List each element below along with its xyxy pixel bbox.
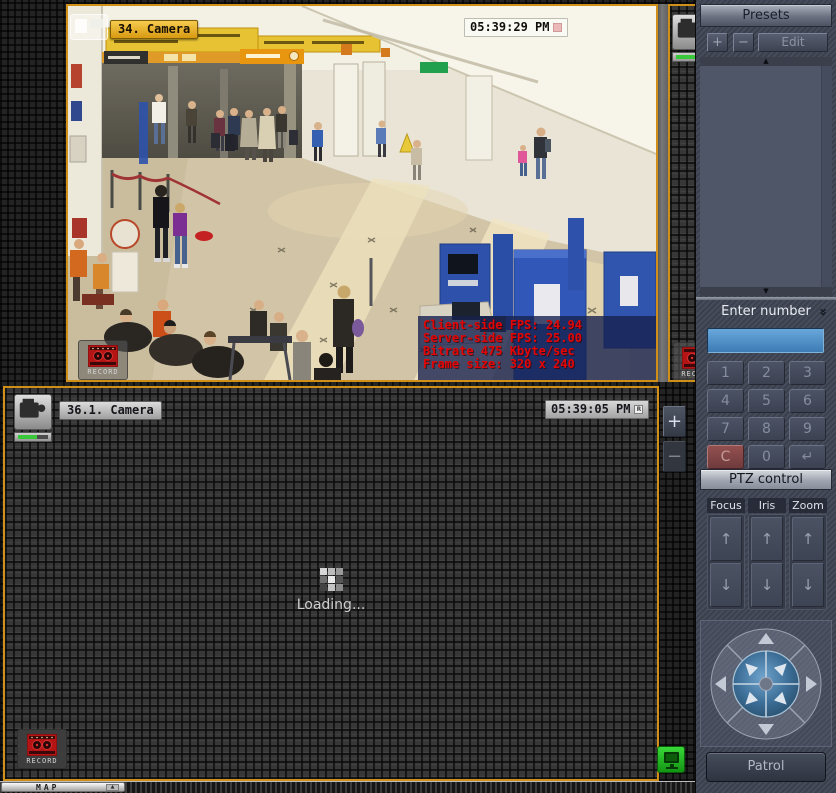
presets-scroll-up[interactable]: ▲	[700, 57, 832, 66]
focus-far-button[interactable]: ↓	[710, 563, 742, 607]
arrow-up-icon: ↑	[720, 530, 733, 548]
zoom-in-ptz-button[interactable]: ↑	[792, 517, 824, 561]
presets-scrollbar[interactable]	[821, 66, 832, 287]
camera-type-ghost-icon	[70, 14, 108, 40]
keypad-key-8[interactable]: 8	[748, 417, 785, 441]
camera-tile-34[interactable]: 34. Camera 05:39:29 PM Client-side FPS: …	[66, 4, 658, 382]
keypad-key-0[interactable]: 0	[748, 445, 785, 469]
ptz-zoom-control: Zoom ↑ ↓	[789, 498, 827, 612]
timestamp-text: 05:39:05 PM	[551, 402, 630, 417]
zoom-label: Zoom	[789, 498, 827, 513]
presets-list[interactable]	[700, 66, 832, 287]
ptz-control-header: PTZ control	[700, 469, 832, 490]
zoom-in-button[interactable]: +	[663, 406, 686, 437]
arrow-down-icon: ↓	[761, 576, 774, 594]
ptz-focus-control: Focus ↑ ↓	[707, 498, 745, 612]
camera-timestamp: 05:39:29 PM	[464, 18, 568, 37]
record-indicator: RECORD	[78, 340, 128, 380]
focus-label: Focus	[707, 498, 745, 513]
camera-name-label: 36.1. Camera	[59, 401, 162, 420]
camera-signal-bar	[672, 52, 695, 62]
stream-stats-osd: Client-side FPS: 24.94 Server-side FPS: …	[423, 319, 582, 371]
keypad-key-5[interactable]: 5	[748, 389, 785, 413]
camera-name-label: 34. Camera	[110, 20, 198, 39]
pan-tilt-directional-pad[interactable]	[707, 625, 825, 743]
preset-remove-button[interactable]: −	[733, 33, 754, 52]
iris-label: Iris	[748, 498, 786, 513]
focus-near-button[interactable]: ↑	[710, 517, 742, 561]
iris-close-button[interactable]: ↓	[751, 563, 783, 607]
arrow-up-icon: ↑	[802, 530, 815, 548]
map-tab-expand-icon[interactable]: ▲	[106, 784, 119, 791]
keypad-key-6[interactable]: 6	[789, 389, 826, 413]
zoom-out-button[interactable]: −	[663, 441, 686, 472]
keypad-key-7[interactable]: 7	[707, 417, 744, 441]
preset-edit-button[interactable]: Edit	[758, 33, 828, 52]
loading-text: Loading...	[5, 597, 657, 613]
camera-thumbnail-icon	[14, 394, 52, 442]
arrow-down-icon: ↓	[720, 576, 733, 594]
keypad-key-3[interactable]: 3	[789, 361, 826, 385]
record-label: RECORD	[681, 370, 695, 378]
keypad-key-4[interactable]: 4	[707, 389, 744, 413]
display-online-icon	[657, 746, 685, 773]
pad-center-knob	[760, 678, 773, 691]
osd-line: Frame size: 320 x 240	[423, 358, 582, 371]
arrow-down-icon: ↓	[802, 576, 815, 594]
map-tab[interactable]: MAP ▲	[1, 782, 125, 792]
video-camera-glyph	[15, 395, 51, 429]
keypad-key-9[interactable]: 9	[789, 417, 826, 441]
map-tab-label: MAP	[36, 783, 59, 792]
tile-splitter[interactable]	[658, 4, 668, 382]
film-record-icon	[27, 734, 57, 756]
record-label: RECORD	[87, 368, 118, 376]
presets-scroll-down[interactable]: ▼	[700, 287, 832, 296]
record-label: RECORD	[26, 757, 57, 765]
number-input[interactable]	[707, 328, 824, 353]
camera-tile-36-1[interactable]: 36.1. Camera 05:39:05 PM R Loading... RE…	[3, 386, 659, 781]
loading-spinner-icon	[320, 568, 343, 591]
film-record-icon	[682, 347, 695, 369]
camera-thumbnail-icon	[672, 14, 695, 62]
loading-indicator: Loading...	[5, 560, 657, 613]
timestamp-status-icon: R	[634, 405, 643, 414]
timestamp-status-icon	[553, 23, 562, 32]
timestamp-text: 05:39:29 PM	[470, 20, 549, 35]
ptz-sidebar: Presets + − Edit ▲ ▼ Enter number « 1 2 …	[695, 0, 836, 793]
keypad-key-clear[interactable]: C	[707, 445, 744, 469]
ptz-iris-control: Iris ↑ ↓	[748, 498, 786, 612]
patrol-button[interactable]: Patrol	[706, 752, 826, 782]
zoom-out-ptz-button[interactable]: ↓	[792, 563, 824, 607]
collapse-chevron-icon[interactable]: «	[815, 308, 833, 316]
preset-add-button[interactable]: +	[707, 33, 728, 52]
video-camera-glyph	[673, 15, 695, 49]
keypad-key-enter[interactable]: ↵	[789, 445, 826, 469]
camera-timestamp: 05:39:05 PM R	[545, 400, 649, 419]
keypad-key-1[interactable]: 1	[707, 361, 744, 385]
camera-tile-partial[interactable]: RECORD	[668, 4, 695, 382]
surveillance-app-window: 34. Camera 05:39:29 PM Client-side FPS: …	[0, 0, 836, 793]
section-divider	[696, 297, 836, 300]
record-indicator: RECORD	[17, 729, 67, 769]
enter-number-header[interactable]: Enter number «	[700, 302, 832, 322]
iris-open-button[interactable]: ↑	[751, 517, 783, 561]
keypad-key-2[interactable]: 2	[748, 361, 785, 385]
arrow-up-icon: ↑	[761, 530, 774, 548]
record-indicator: RECORD	[673, 342, 695, 382]
pan-tilt-pad-panel	[700, 620, 832, 747]
camera-signal-bar	[14, 432, 52, 442]
presets-header: Presets	[700, 4, 832, 27]
film-record-icon	[88, 345, 118, 367]
enter-number-title: Enter number	[721, 304, 811, 319]
